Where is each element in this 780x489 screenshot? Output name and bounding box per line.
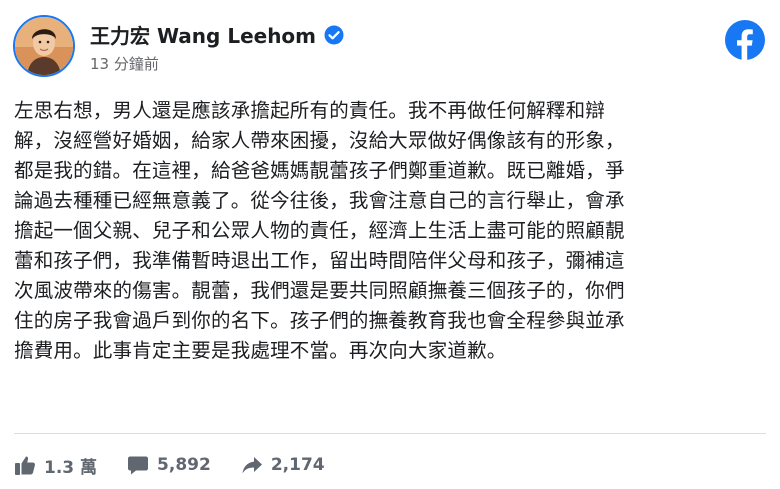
post-text-line: 左思右想，男人還是應該承擔起所有的責任。我不再做任何解釋和辯	[14, 99, 606, 122]
verified-badge-icon	[324, 25, 344, 44]
likes-stat[interactable]: 1.3 萬	[14, 453, 97, 478]
engagement-stats: 1.3 萬 5,892 2,174	[14, 448, 355, 482]
comments-stat[interactable]: 5,892	[127, 454, 211, 476]
author-name[interactable]: 王力宏 Wang Leehom	[90, 20, 316, 49]
author-name-row: 王力宏 Wang Leehom	[90, 20, 344, 49]
post-text-line: 擔起一個父親、兒子和公眾人物的責任，經濟上生活上盡可能的照顧靚	[14, 219, 625, 242]
share-arrow-icon	[242, 457, 262, 474]
thumbs-up-icon	[15, 456, 35, 475]
post-text-line: 都是我的錯。在這裡，給爸爸媽媽靚蕾孩子們鄭重道歉。既已離婚，爭	[14, 159, 625, 182]
author-avatar[interactable]	[13, 15, 75, 77]
post-body: 左思右想，男人還是應該承擔起所有的責任。我不再做任何解釋和辯 解，沒經營好婚姻，…	[14, 96, 766, 366]
post-text-line: 蕾和孩子們，我準備暫時退出工作，留出時間陪伴父母和孩子，彌補這	[14, 249, 625, 272]
likes-count: 1.3 萬	[44, 457, 98, 478]
post-text-line: 擔費用。此事肯定主要是我處理不當。再次向大家道歉。	[14, 339, 507, 362]
stats-divider	[14, 433, 766, 434]
avatar-photo	[15, 17, 73, 75]
facebook-logo-icon[interactable]	[725, 20, 765, 60]
post-text-line: 次風波帶來的傷害。靚蕾，我們還是要共同照顧撫養三個孩子的，你們	[14, 279, 625, 302]
post-text-line: 住的房子我會過戶到你的名下。孩子們的撫養教育我也會全程參與並承	[14, 309, 625, 332]
shares-stat[interactable]: 2,174	[241, 454, 325, 476]
comment-bubble-icon	[128, 456, 149, 475]
post-timestamp[interactable]: 13 分鐘前	[90, 53, 159, 74]
post-text-line: 論過去種種已經無意義了。從今往後，我會注意自己的言行舉止，會承	[14, 189, 625, 212]
post-text-line: 解，沒經營好婚姻，給家人帶來困擾，沒給大眾做好偶像該有的形象，	[14, 129, 625, 152]
shares-count: 2,174	[270, 455, 325, 475]
comments-count: 5,892	[157, 455, 211, 475]
